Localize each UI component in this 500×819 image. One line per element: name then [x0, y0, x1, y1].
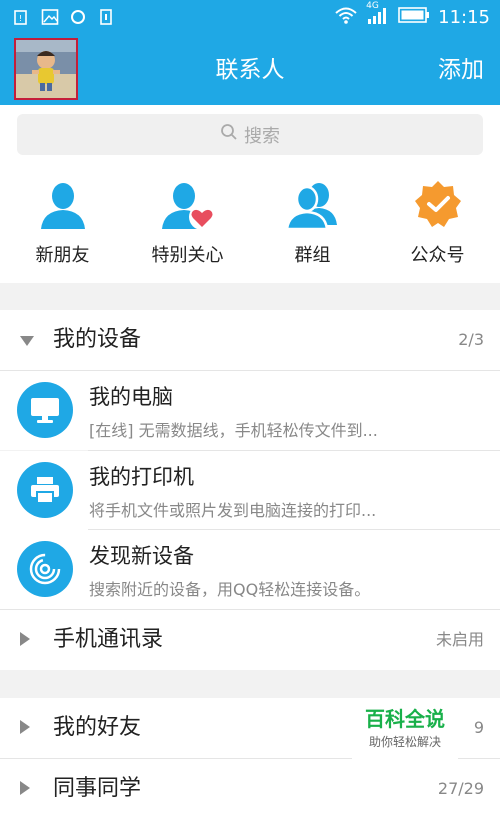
device-row-discover[interactable]: 发现新设备 搜索附近的设备，用QQ轻松连接设备。: [0, 530, 500, 609]
group-name: 同事同学: [53, 776, 142, 801]
watermark-subtitle: 助你轻松解决: [368, 735, 441, 749]
group-name: 我的好友: [53, 715, 142, 740]
group-icon: [283, 175, 343, 235]
group-name: 手机通讯录: [53, 627, 164, 652]
watermark-title: 百科全说: [365, 707, 445, 731]
expand-arrow-icon: [20, 781, 30, 795]
page-title: 联系人: [215, 57, 285, 83]
shortcut-label: 新朋友: [35, 245, 90, 266]
image-icon: [40, 6, 60, 28]
shortcut-label: 群组: [294, 245, 331, 266]
expand-arrow-icon: [20, 632, 30, 646]
alert-icon: !: [12, 6, 32, 28]
group-name: 我的设备: [53, 327, 142, 352]
add-button[interactable]: 添加: [438, 36, 484, 105]
shortcut-new-friends[interactable]: 新朋友: [0, 175, 125, 275]
group-colleagues[interactable]: 同事同学 27/29: [0, 759, 500, 819]
person-heart-icon: [158, 175, 218, 235]
shortcut-special-care[interactable]: 特别关心: [125, 175, 250, 275]
wifi-icon: [334, 5, 358, 29]
device-name: 我的电脑: [89, 385, 173, 409]
group-count: 2/3: [458, 330, 484, 349]
search-icon: [220, 123, 238, 146]
status-bar: ! 4G 11:15: [0, 0, 500, 36]
group-phone-contacts[interactable]: 手机通讯录 未启用: [0, 610, 500, 670]
radar-icon: [17, 541, 73, 597]
person-icon: [33, 175, 93, 235]
sync-icon: [68, 6, 88, 28]
sim-icon: [96, 6, 116, 28]
device-row-my-printer[interactable]: 我的打印机 将手机文件或照片发到电脑连接的打印...: [0, 451, 500, 530]
device-desc: 搜索附近的设备，用QQ轻松连接设备。: [89, 580, 371, 599]
shortcut-official-accounts[interactable]: 公众号: [375, 175, 500, 275]
device-name: 发现新设备: [89, 544, 194, 568]
shortcut-bar: 新朋友 特别关心 群组 公众号: [0, 175, 500, 275]
group-count: 27/29: [437, 779, 484, 798]
printer-icon: [17, 462, 73, 518]
shortcut-label: 特别关心: [151, 245, 224, 266]
verified-badge-icon: [408, 175, 468, 235]
device-desc: 将手机文件或照片发到电脑连接的打印...: [89, 501, 377, 520]
battery-icon: [398, 6, 430, 28]
shortcut-groups[interactable]: 群组: [250, 175, 375, 275]
search-placeholder: 搜索: [244, 125, 280, 147]
device-name: 我的打印机: [89, 465, 194, 489]
group-status: 未启用: [435, 630, 484, 649]
monitor-icon: [17, 382, 73, 438]
expand-arrow-icon: [20, 336, 34, 346]
search-bar[interactable]: 搜索: [17, 114, 483, 155]
network-type: 4G: [366, 1, 379, 11]
title-bar: 联系人 添加: [0, 36, 500, 105]
device-desc: [在线] 无需数据线，手机轻松传文件到...: [89, 421, 378, 440]
svg-text:!: !: [19, 14, 22, 23]
group-count: 9: [473, 718, 484, 737]
signal-icon: 4G: [366, 1, 390, 30]
device-row-my-computer[interactable]: 我的电脑 [在线] 无需数据线，手机轻松传文件到...: [0, 371, 500, 450]
watermark: 百科全说 助你轻松解决: [352, 705, 458, 761]
expand-arrow-icon: [20, 720, 30, 734]
shortcut-label: 公众号: [410, 245, 465, 266]
group-my-devices[interactable]: 我的设备 2/3: [0, 310, 500, 370]
clock: 11:15: [438, 6, 490, 28]
